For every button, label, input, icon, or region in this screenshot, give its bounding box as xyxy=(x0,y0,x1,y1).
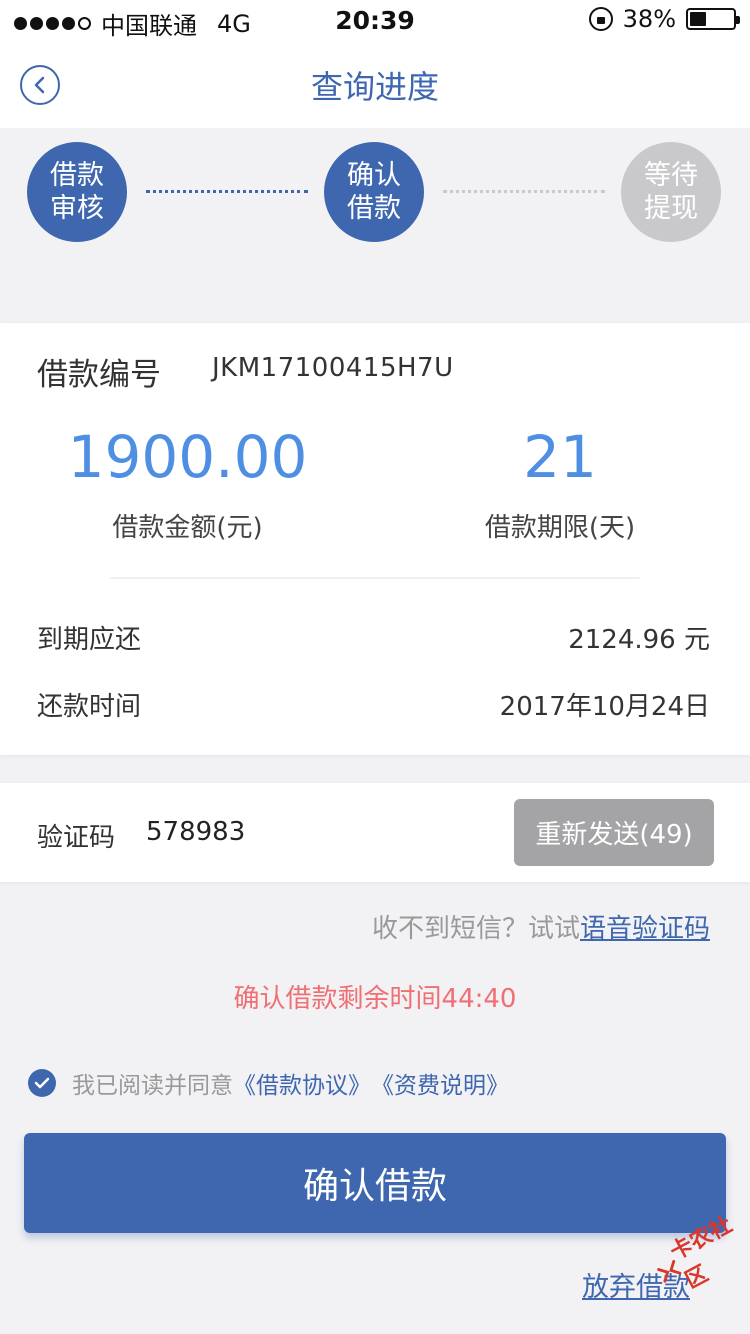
resend-code-button[interactable]: 重新发送(49) xyxy=(514,799,714,866)
nav-bar: 查询进度 xyxy=(0,40,750,128)
voice-code-link[interactable]: 语音验证码 xyxy=(580,914,710,944)
verification-card: 验证码 578983 重新发送(49) xyxy=(0,783,750,882)
progress-steps: 借款 审核 确认 借款 等待 提现 xyxy=(0,128,750,318)
status-bar: 中国联通 4G 20:39 38% xyxy=(0,0,750,40)
step-loan-review: 借款 审核 xyxy=(27,142,127,242)
loan-term-label: 借款期限(天) xyxy=(484,513,636,543)
loan-amount-value: 1900.00 xyxy=(67,423,308,491)
agreement-text: 我已阅读并同意 xyxy=(72,1073,233,1099)
status-right: 38% xyxy=(588,5,740,33)
due-amount-label: 到期应还 xyxy=(37,625,142,655)
confirm-countdown: 确认借款剩余时间44:40 xyxy=(233,984,517,1014)
loan-amount-label: 借款金额(元) xyxy=(112,513,263,543)
checkmark-icon xyxy=(34,1077,50,1089)
confirm-loan-button[interactable]: 确认借款 xyxy=(24,1133,726,1233)
step-confirm-loan: 确认 借款 xyxy=(324,142,424,242)
step-label: 等待 xyxy=(644,160,698,191)
step-label: 提现 xyxy=(644,193,698,224)
repay-time-value: 2017年10月24日 xyxy=(499,692,710,722)
verification-code-label: 验证码 xyxy=(37,823,116,853)
step-label: 确认 xyxy=(347,160,401,191)
step-label: 借款 xyxy=(50,160,104,191)
agreement-row: 我已阅读并同意 《借款协议》 《资费说明》 xyxy=(28,1066,509,1100)
sms-hint: 收不到短信？试试语音验证码 xyxy=(372,908,710,945)
loan-number-label: 借款编号 xyxy=(37,357,161,393)
step-label: 审核 xyxy=(50,193,104,224)
step-connector xyxy=(146,190,308,193)
rotation-lock-icon xyxy=(588,7,613,31)
fee-description-link[interactable]: 《资费说明》 xyxy=(371,1066,509,1100)
verification-code-field[interactable]: 578983 xyxy=(146,817,245,847)
sms-hint-text: 收不到短信？试试 xyxy=(371,914,580,944)
step-label: 借款 xyxy=(347,193,401,224)
loan-agreement-link[interactable]: 《借款协议》 xyxy=(233,1066,371,1100)
battery-level xyxy=(690,12,706,26)
loan-term-value: 21 xyxy=(523,423,597,491)
step-await-withdrawal: 等待 提现 xyxy=(621,142,721,242)
step-connector xyxy=(443,190,605,193)
repay-time-label: 还款时间 xyxy=(37,692,142,722)
agreement-checkbox[interactable] xyxy=(28,1069,56,1097)
due-amount-value: 2124.96 元 xyxy=(568,625,710,655)
divider xyxy=(110,577,640,579)
loan-info-card: 借款编号 JKM17100415H7U 1900.00 借款金额(元) 21 借… xyxy=(0,323,750,755)
battery-icon xyxy=(686,8,740,30)
loan-number-value: JKM17100415H7U xyxy=(212,353,454,383)
page-title: 查询进度 xyxy=(310,68,439,106)
battery-percent: 38% xyxy=(622,5,676,33)
